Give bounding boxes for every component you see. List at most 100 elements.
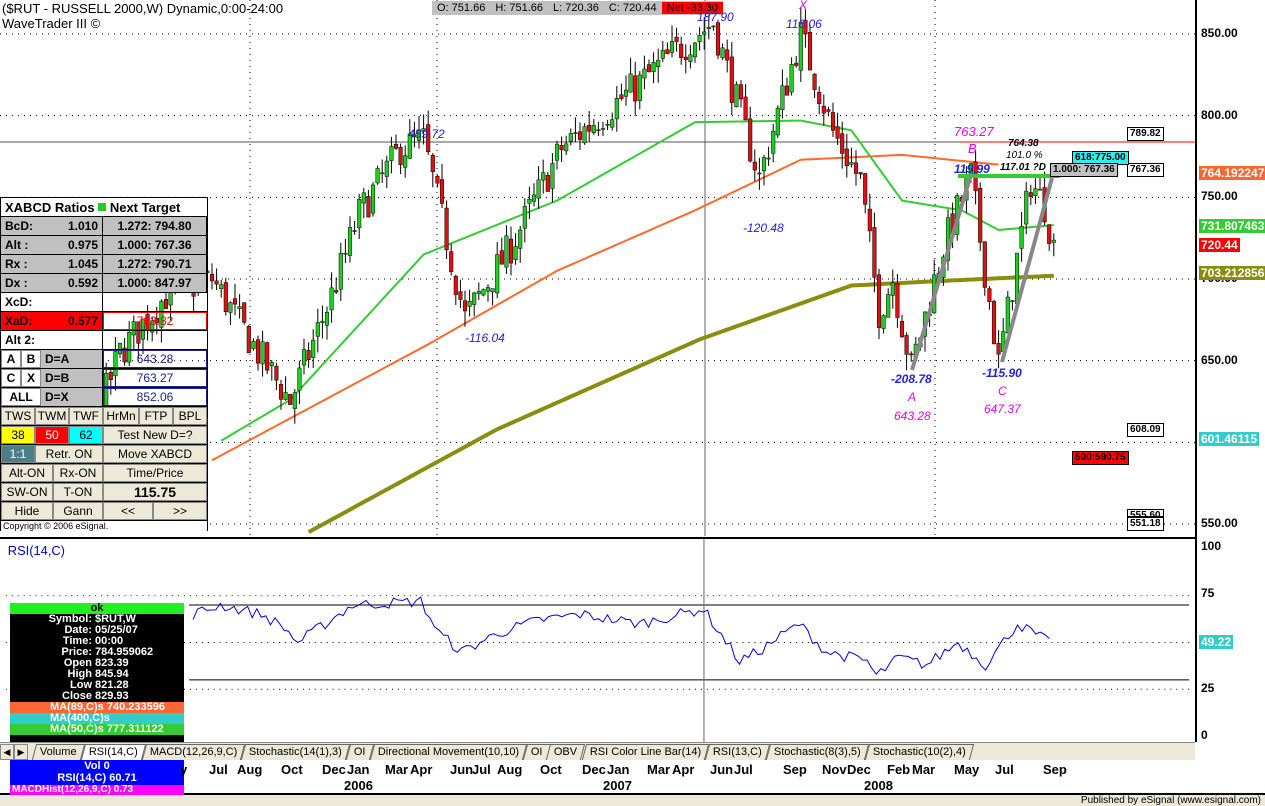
d-equals-b-button[interactable]: D=B	[41, 369, 103, 387]
study-tab[interactable]: RSI(14,C)	[80, 744, 146, 760]
ftp-button[interactable]: FTP	[139, 407, 173, 425]
hrmn-button[interactable]: HrMn	[103, 407, 139, 425]
study-tab[interactable]: OBV	[546, 744, 586, 760]
study-title: WaveTrader III ©	[2, 16, 101, 31]
month-label: Jan	[347, 762, 370, 777]
pivot-label: 119.99	[954, 162, 990, 176]
candle-body	[978, 187, 983, 243]
month-label: Nov	[822, 762, 847, 777]
candle-body	[890, 282, 895, 296]
alt-on-button[interactable]: Alt-ON	[1, 464, 53, 482]
candle-body	[347, 227, 353, 256]
move-xabcd-button[interactable]: Move XABCD	[103, 445, 207, 463]
copyright: Copyright © 2006 eSignal.	[1, 521, 207, 531]
d-equals-a-button[interactable]: D=A	[41, 350, 103, 368]
fib-target-box: 1.000: 767.36	[1050, 163, 1118, 177]
ratio-value: 0.975	[67, 238, 98, 252]
candle-body	[462, 300, 468, 312]
study-tab[interactable]: Volume	[31, 744, 85, 760]
month-label: Oct	[540, 762, 562, 777]
candle-body	[752, 161, 757, 171]
study-tab[interactable]: Stochastic(14(1),3)	[240, 744, 351, 760]
candle-body	[214, 280, 219, 285]
candle-body	[1010, 300, 1015, 302]
fib-38-button[interactable]: 38	[1, 426, 35, 444]
previous-button[interactable]: <<	[103, 502, 153, 520]
candle-body	[237, 306, 242, 310]
study-tab[interactable]: RSI Color Line Bar(14)	[581, 744, 710, 760]
candle-body	[370, 184, 376, 214]
candle-body	[725, 49, 730, 61]
study-tab[interactable]: Directional Movement(10,10)	[369, 744, 527, 760]
candle-body	[982, 241, 987, 288]
candle-body	[564, 143, 569, 152]
price-axis[interactable]: 850.00800.00750.00700.00650.00600.00550.…	[1195, 0, 1265, 742]
candle-body	[826, 109, 831, 112]
rx-on-button[interactable]: Rx-ON	[53, 464, 103, 482]
study-tabs: ◀ ▶ Volume RSI(14,C) MACD(12,26,9,C) Stocha…	[0, 742, 1195, 760]
point-a-button[interactable]: A	[1, 350, 21, 368]
hide-button[interactable]: Hide	[1, 502, 53, 520]
fib-50-button[interactable]: 50	[35, 426, 69, 444]
point-x-button[interactable]: X	[21, 369, 41, 387]
point-b-button[interactable]: B	[21, 350, 41, 368]
ma89-price-tag: 764.192247	[1199, 166, 1265, 181]
candle-body	[288, 394, 293, 405]
candle-body	[472, 292, 477, 305]
point-c-price: 647.37	[984, 402, 1021, 416]
scroll-left-icon[interactable]: ◀	[0, 744, 14, 760]
study-tab[interactable]: Stochastic(8(3),5)	[765, 744, 869, 760]
price-tick: 850.00	[1201, 26, 1238, 40]
point-c-button[interactable]: C	[1, 369, 21, 387]
tws-button[interactable]: TWS	[1, 407, 35, 425]
bpl-button[interactable]: BPL	[173, 407, 207, 425]
twf-button[interactable]: TWF	[69, 407, 103, 425]
candle-body	[780, 85, 785, 110]
xabcd-panel: XABCD Ratios Next Target BcD: 1.010 1.272:…	[0, 197, 208, 531]
ratio-value: 0.592	[67, 276, 98, 290]
sw-on-button[interactable]: SW-ON	[1, 483, 53, 501]
candle-body	[904, 335, 909, 355]
candle-body	[430, 154, 435, 173]
candle-body	[794, 62, 799, 66]
pattern-point-c: C	[998, 384, 1007, 398]
candle-body	[476, 291, 481, 294]
candle-body	[867, 208, 872, 232]
study-tab[interactable]: MACD(12,26,9,C)	[141, 744, 246, 760]
candle-body	[278, 384, 284, 400]
scroll-right-icon[interactable]: ▶	[14, 744, 28, 760]
month-label: Jan	[607, 762, 630, 777]
candle-body	[449, 251, 454, 272]
month-label: Apr	[410, 762, 433, 777]
test-new-d-button[interactable]: Test New D=?	[103, 426, 207, 444]
ratio-1-1-button[interactable]: 1:1	[1, 445, 35, 463]
candle-body	[688, 54, 693, 62]
pivot-label: 116.06	[786, 17, 822, 31]
d-equals-x-button[interactable]: D=X	[41, 388, 103, 406]
month-label: Jul	[734, 762, 753, 777]
retr-on-button[interactable]: Retr. ON	[35, 445, 103, 463]
ratio-label: Alt :	[5, 238, 29, 252]
rsi-tick: 25	[1201, 680, 1215, 695]
all-button[interactable]: ALL	[1, 388, 41, 406]
t-on-button[interactable]: T-ON	[53, 483, 103, 501]
candle-body	[324, 311, 330, 326]
twm-button[interactable]: TWM	[35, 407, 69, 425]
fib-62-button[interactable]: 62	[69, 426, 103, 444]
pattern-point-b: B	[968, 141, 977, 156]
candle-body	[352, 230, 357, 232]
ratio-value: 1.045	[67, 257, 98, 271]
ratio-label: Rx :	[5, 257, 28, 271]
next-button[interactable]: >>	[153, 502, 207, 520]
candle-body	[766, 157, 771, 160]
pivot-label: -115.90	[982, 366, 1022, 380]
gann-button[interactable]: Gann	[53, 502, 103, 520]
candle-body	[840, 133, 845, 154]
candle-body	[315, 322, 320, 337]
tab-label: OI	[353, 746, 366, 758]
study-tab[interactable]: Stochastic(10(2),4)	[864, 744, 974, 760]
d-a-value: 643.28	[103, 350, 207, 368]
time-price-button[interactable]: Time/Price	[103, 464, 207, 482]
candle-body	[209, 273, 215, 282]
study-tab[interactable]: RSI(13,C)	[704, 744, 771, 760]
